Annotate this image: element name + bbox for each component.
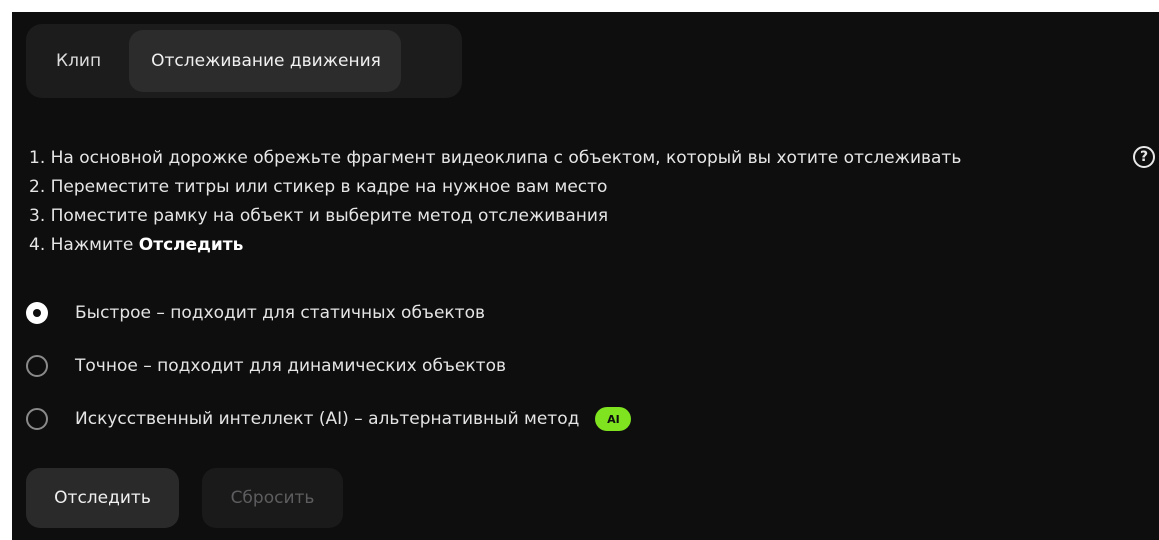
reset-button: Сбросить [202, 468, 343, 528]
tab-motion-tracking[interactable]: Отслеживание движения [129, 30, 401, 92]
method-ai-label: Искусственный интеллект (AI) – альтернат… [75, 409, 580, 429]
help-icon[interactable]: ? [1133, 146, 1155, 168]
tab-clip[interactable]: Клип [56, 51, 101, 71]
instruction-step-4-prefix: 4. Нажмите [29, 235, 139, 255]
instruction-step-2: 2. Переместите титры или стикер в кадре … [29, 177, 608, 197]
ai-badge: AI [595, 407, 632, 431]
track-button[interactable]: Отследить [26, 468, 179, 528]
instruction-step-4: 4. Нажмите Отследить [29, 231, 961, 260]
method-option-fast[interactable]: Быстрое – подходит для статичных объекто… [26, 298, 485, 328]
method-precise-label: Точное – подходит для динамических объек… [75, 356, 506, 376]
motion-tracking-panel: Клип Отслеживание движения 1. На основно… [12, 12, 1159, 540]
method-option-ai[interactable]: Искусственный интеллект (AI) – альтернат… [26, 404, 632, 434]
instruction-step-3: 3. Поместите рамку на объект и выберите … [29, 206, 609, 226]
radio-checked-icon[interactable] [26, 302, 48, 324]
instruction-step-1: 1. На основной дорожке обрежьте фрагмент… [29, 148, 962, 168]
method-option-precise[interactable]: Точное – подходит для динамических объек… [26, 351, 506, 381]
instructions-list: 1. На основной дорожке обрежьте фрагмент… [29, 144, 961, 260]
method-fast-label: Быстрое – подходит для статичных объекто… [75, 303, 485, 323]
instruction-step-4-action: Отследить [138, 235, 244, 255]
radio-unchecked-icon[interactable] [26, 408, 48, 430]
radio-unchecked-icon[interactable] [26, 355, 48, 377]
tab-bar: Клип Отслеживание движения [26, 24, 462, 98]
